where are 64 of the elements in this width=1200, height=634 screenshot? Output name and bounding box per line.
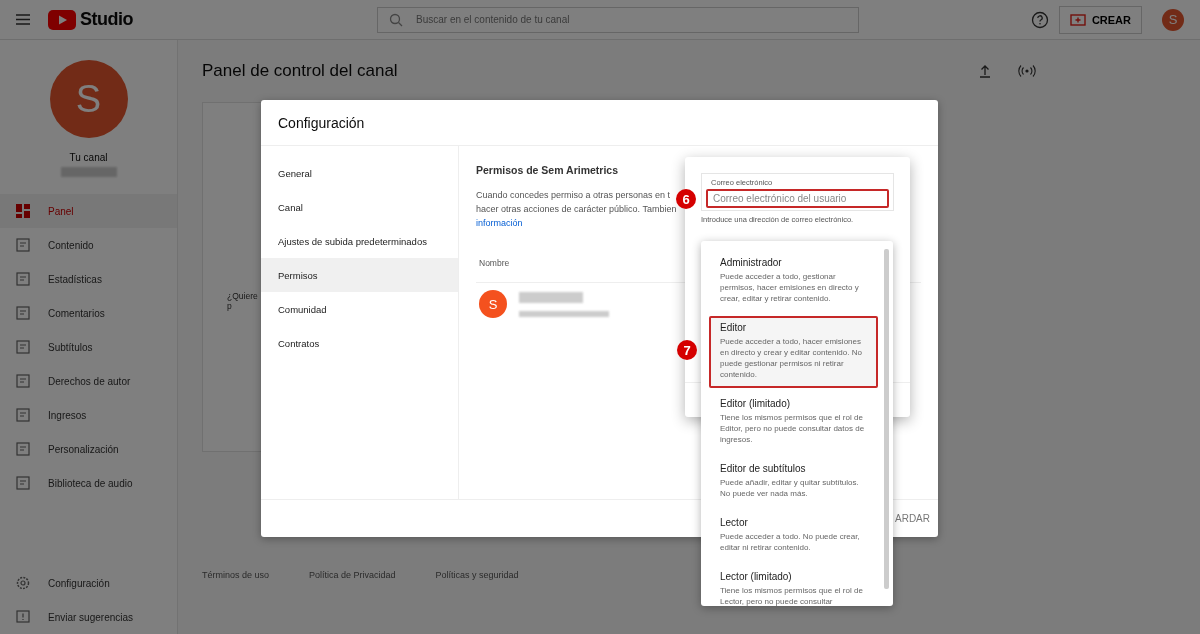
square-icon (16, 306, 30, 320)
menu-icon[interactable] (16, 14, 30, 25)
broadcast-icon[interactable] (1018, 65, 1036, 77)
sidebar-item[interactable]: Ingresos (0, 398, 177, 432)
square-icon (16, 442, 30, 456)
email-field[interactable]: Correo electrónico del usuario (706, 189, 889, 208)
more-info-link[interactable]: información (476, 216, 523, 230)
search-field[interactable]: Buscar en el contenido de tu canal (377, 6, 859, 33)
account-avatar[interactable]: S (1162, 8, 1184, 31)
square-icon (16, 374, 30, 388)
role-option[interactable]: Administrador Puede acceder a todo, gestionar permisos, hacer emisiones en directo y crear, editar y retirar contenido. (709, 251, 878, 312)
description-text: Cuando concedes permiso a otras personas en t (476, 189, 671, 202)
role-option[interactable]: Editor (limitado) Tiene los mismos permisos que el rol de Editor, pero no puede consultar datos de ingresos. (709, 392, 878, 453)
create-button[interactable]: CREAR (1058, 5, 1142, 34)
page-title: Panel de control del canal (202, 61, 398, 81)
square-icon (16, 476, 30, 490)
sidebar-item[interactable]: Enviar sugerencias (0, 600, 177, 634)
footer-link[interactable]: Política de Privacidad (309, 570, 396, 580)
column-header: Nombre (479, 258, 510, 268)
settings-nav-item[interactable]: Canal (261, 190, 458, 224)
dialog-title: Configuración (278, 114, 365, 131)
square-icon (16, 238, 30, 252)
blurred-user-name (519, 291, 583, 303)
footer-link[interactable]: Términos de uso (202, 570, 270, 580)
card-text: ¿Quiere (227, 291, 258, 301)
settings-nav-item[interactable]: Comunidad (261, 292, 458, 326)
help-icon[interactable] (1030, 10, 1049, 29)
settings-nav-item[interactable]: Contratos (261, 326, 458, 360)
sidebar-item[interactable]: Biblioteca de audio (0, 466, 177, 500)
sidebar-item[interactable]: Estadísticas (0, 262, 177, 296)
scrollbar[interactable] (884, 249, 889, 589)
square-icon (16, 340, 30, 354)
role-option[interactable]: Lector Puede acceder a todo. No puede crear, editar ni retirar contenido. (709, 511, 878, 561)
sidebar-item[interactable]: Derechos de autor (0, 364, 177, 398)
play-logo-icon (48, 9, 76, 30)
save-button[interactable]: ARDAR (895, 509, 930, 528)
card-text: p (227, 301, 232, 311)
section-title: Permisos de Sem Arimetrics (476, 164, 619, 176)
sidebar-item[interactable]: Configuración (0, 566, 177, 600)
sidebar-item[interactable]: Comentarios (0, 296, 177, 330)
role-option[interactable]: Editor Puede acceder a todo, hacer emisiones en directo y crear y editar contenido. No puede gestionar permisos ni retirar contenido. (709, 316, 878, 388)
feedback-icon (16, 610, 30, 624)
sidebar-item[interactable]: Contenido (0, 228, 177, 262)
role-option[interactable]: Lector (limitado) Tiene los mismos permisos que el rol de Lector, pero no puede consultar (709, 565, 878, 606)
blurred-channel-name (60, 167, 117, 177)
square-icon (16, 272, 30, 286)
settings-nav-item[interactable]: General (261, 156, 458, 190)
role-option[interactable]: Editor de subtítulos Puede añadir, editar y quitar subtítulos. No puede ver nada más. (709, 457, 878, 507)
sidebar-item[interactable]: Personalización (0, 432, 177, 466)
square-icon (16, 408, 30, 422)
sidebar-item[interactable]: Subtítulos (0, 330, 177, 364)
video-plus-icon (1069, 13, 1086, 26)
upload-icon[interactable] (978, 64, 992, 78)
settings-nav-item[interactable]: Permisos (261, 258, 458, 292)
logo-text: Studio (80, 9, 133, 30)
description-text: hacer otras acciones de carácter público. Tambien (476, 203, 677, 216)
grid-icon (16, 204, 30, 218)
user-avatar: S (479, 290, 507, 318)
channel-label: Tu canal (69, 152, 108, 163)
sidebar-item[interactable]: Panel (0, 194, 177, 228)
footer-link[interactable]: Políticas y seguridad (435, 570, 519, 580)
channel-avatar: S (49, 60, 128, 138)
settings-nav-item[interactable]: Ajustes de subida predeterminados (261, 224, 458, 258)
settings-icon (16, 576, 30, 590)
